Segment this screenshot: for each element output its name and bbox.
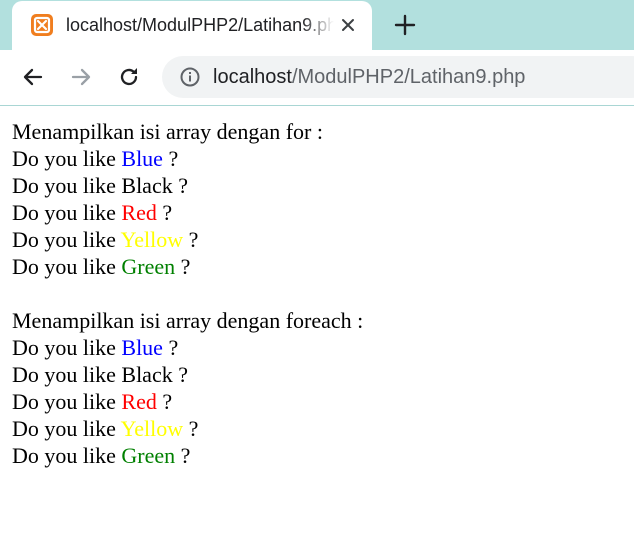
list-item: Do you like Green ?	[12, 442, 622, 469]
section-heading: Menampilkan isi array dengan foreach :	[12, 308, 364, 333]
url-text[interactable]: localhost/ModulPHP2/Latihan9.php	[213, 65, 525, 89]
color-word: Red	[121, 200, 157, 225]
line-suffix: ?	[156, 389, 173, 414]
line-prefix: Do you like	[12, 335, 122, 360]
line-prefix: Do you like	[12, 254, 122, 279]
tab-title: localhost/ModulPHP2/Latihan9.php	[66, 15, 334, 35]
list-item: Do you like Green ?	[12, 253, 622, 280]
line-prefix: Do you like	[12, 389, 122, 414]
line-prefix: Do you like	[12, 227, 121, 252]
line-suffix: ?	[183, 416, 199, 441]
arrow-left-icon[interactable]	[21, 65, 45, 89]
line-suffix: ?	[175, 254, 191, 279]
color-word: Green	[121, 254, 176, 279]
line-prefix: Do you like	[12, 146, 122, 171]
color-word: Blue	[121, 335, 163, 360]
reload-icon[interactable]	[117, 65, 141, 89]
line-suffix: ?	[175, 443, 191, 468]
list-item: Do you like Black ?	[12, 361, 622, 388]
arrow-right-icon[interactable]	[69, 65, 93, 89]
line-suffix: ?	[162, 146, 179, 171]
color-word: Black	[121, 362, 173, 387]
info-icon[interactable]	[179, 66, 201, 88]
xampp-icon	[31, 14, 53, 36]
line-prefix: Do you like	[12, 443, 122, 468]
browser-tab[interactable]: localhost/ModulPHP2/Latihan9.php	[12, 1, 372, 50]
line-suffix: ?	[172, 362, 188, 387]
line-break	[12, 280, 622, 307]
color-word: Blue	[121, 146, 163, 171]
address-bar[interactable]: localhost/ModulPHP2/Latihan9.php	[162, 56, 634, 98]
plus-icon[interactable]	[393, 13, 417, 37]
url-path: /ModulPHP2/Latihan9.php	[291, 66, 526, 88]
url-host: localhost	[213, 66, 292, 88]
color-word: Black	[121, 173, 173, 198]
page-content: Menampilkan isi array dengan for : Do yo…	[12, 118, 622, 469]
color-word: Yellow	[120, 416, 184, 441]
list-item: Do you like Black ?	[12, 172, 622, 199]
line-suffix: ?	[156, 200, 173, 225]
toolbar: localhost/ModulPHP2/Latihan9.php	[0, 50, 634, 106]
line-prefix: Do you like	[12, 362, 122, 387]
list-item: Do you like Red ?	[12, 388, 622, 415]
list-item: Do you like Blue ?	[12, 145, 622, 172]
line-suffix: ?	[172, 173, 188, 198]
list-item: Do you like Blue ?	[12, 334, 622, 361]
list-item: Do you like Red ?	[12, 199, 622, 226]
tab-strip: localhost/ModulPHP2/Latihan9.php	[0, 0, 634, 50]
color-word: Green	[121, 443, 176, 468]
color-word: Red	[121, 389, 157, 414]
line-suffix: ?	[183, 227, 199, 252]
line-suffix: ?	[162, 335, 179, 360]
line-prefix: Do you like	[12, 173, 122, 198]
list-item: Do you like Yellow ?	[12, 415, 622, 442]
section-heading: Menampilkan isi array dengan for :	[12, 119, 323, 144]
list-item: Do you like Yellow ?	[12, 226, 622, 253]
close-icon[interactable]	[338, 15, 358, 35]
line-prefix: Do you like	[12, 200, 122, 225]
line-prefix: Do you like	[12, 416, 121, 441]
color-word: Yellow	[120, 227, 184, 252]
